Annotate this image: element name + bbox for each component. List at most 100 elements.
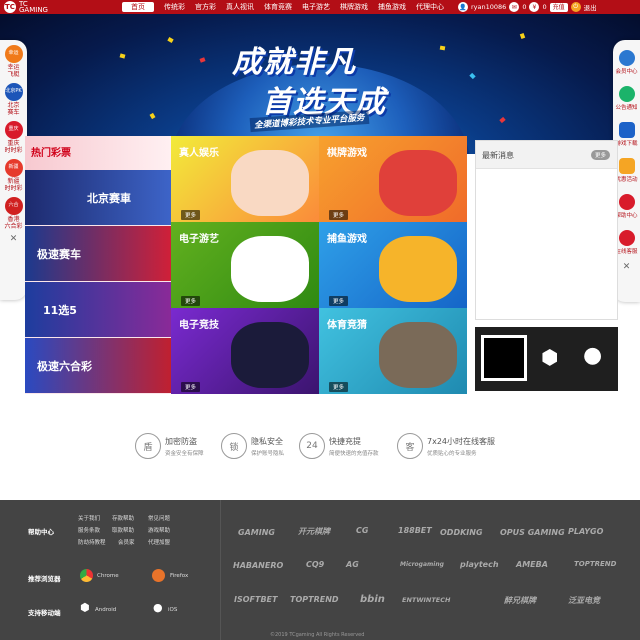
- nav-agent-center[interactable]: 代理中心: [411, 0, 449, 14]
- wallet-icon[interactable]: ¥: [529, 2, 540, 12]
- footer-browser-label: 推荐浏览器: [28, 575, 61, 583]
- sidebar-item-member-center[interactable]: 会员中心: [613, 44, 640, 80]
- top-nav-bar: TC TC GAMING 首页 传统彩 官方彩 真人视讯 体育竞赛 电子游艺 棋…: [0, 0, 640, 14]
- qr-code: [481, 335, 527, 381]
- username[interactable]: ryan10086: [471, 3, 506, 11]
- feature-subtitle: 优质贴心的专业服务: [427, 450, 477, 457]
- footer-link[interactable]: 游戏帮助: [148, 526, 170, 534]
- news-more-button[interactable]: 更多: [590, 150, 610, 160]
- firefox-link[interactable]: Firefox: [170, 573, 188, 579]
- nav-live-casino[interactable]: 真人视讯: [221, 0, 259, 14]
- nav-slots[interactable]: 电子游艺: [297, 0, 335, 14]
- sidebar-item-xinjiang[interactable]: 新疆 新疆 时时彩: [0, 156, 27, 194]
- banner-headline-1: 成就非凡: [232, 45, 356, 80]
- footer-link[interactable]: 防劫持教程: [78, 538, 106, 546]
- partner-logo: 醉兄棋牌: [504, 596, 536, 605]
- apple-icon[interactable]: ●: [153, 601, 163, 614]
- help-icon: [618, 193, 635, 210]
- partner-logo: Microgaming: [400, 561, 444, 568]
- android-link[interactable]: Android: [95, 607, 116, 613]
- lottery-item-speed-mark-six[interactable]: 极速六合彩: [25, 338, 171, 393]
- sidebar-item-label: 新疆 时时彩: [4, 177, 23, 192]
- android-icon[interactable]: ⬢: [541, 345, 558, 369]
- partner-logo: CQ9: [306, 560, 325, 569]
- tile-title: 电子竞技: [179, 320, 219, 331]
- feature-subtitle: 保护账号隐私: [251, 450, 285, 457]
- sidebar-item-label: 北京 赛车: [7, 101, 20, 116]
- tile-card-games[interactable]: 棋牌游戏 更多: [319, 136, 467, 222]
- support-icon: [618, 229, 635, 246]
- more-button[interactable]: 更多: [181, 210, 201, 220]
- footer-link[interactable]: 代理加盟: [148, 538, 170, 546]
- footer-link[interactable]: 取款帮助: [112, 526, 134, 534]
- tile-slots[interactable]: 电子游艺 更多: [171, 222, 319, 308]
- nav-traditional-lottery[interactable]: 传统彩: [159, 0, 190, 14]
- lottery-item-beijing-racing[interactable]: 北京赛車: [25, 170, 171, 225]
- tile-esports[interactable]: 电子竞技 更多: [171, 308, 319, 394]
- lottery-item-11x5[interactable]: 11选5: [25, 282, 171, 337]
- hot-lottery-panel: 热门彩票 北京赛車 极速赛车 11选5 极速六合彩: [25, 136, 171, 394]
- ios-link[interactable]: iOS: [168, 607, 177, 613]
- sidebar-item-lucky-airship[interactable]: 幸运 幸运 飞艇: [0, 42, 27, 80]
- tile-fishing[interactable]: 捕鱼游戏 更多: [319, 222, 467, 308]
- nav-official-lottery[interactable]: 官方彩: [190, 0, 221, 14]
- partner-logo: playtech: [460, 560, 499, 569]
- footer-link[interactable]: 常见问题: [148, 514, 170, 522]
- logo[interactable]: TC TC GAMING: [4, 0, 48, 14]
- lottery-item-speed-racing[interactable]: 极速赛车: [25, 226, 171, 281]
- footer-link[interactable]: 存款帮助: [112, 514, 134, 522]
- confetti-piece: [167, 37, 174, 43]
- nav-card-games[interactable]: 棋牌游戏: [335, 0, 373, 14]
- tile-title: 真人娱乐: [179, 148, 219, 159]
- more-button[interactable]: 更多: [181, 296, 201, 306]
- member-icon: [618, 49, 635, 66]
- close-icon[interactable]: ✕: [0, 232, 27, 246]
- chrome-icon[interactable]: [80, 569, 93, 582]
- partner-logo: 开元棋牌: [298, 527, 330, 536]
- more-button[interactable]: 更多: [181, 382, 201, 392]
- tile-live-casino[interactable]: 真人娱乐 更多: [171, 136, 319, 222]
- android-icon[interactable]: ⬢: [80, 601, 90, 614]
- feature-title: 隐私安全: [251, 436, 283, 446]
- partner-logo: GAMING: [238, 528, 275, 537]
- nav-home[interactable]: 首页: [122, 2, 154, 12]
- power-icon[interactable]: ⏻: [570, 2, 581, 12]
- partner-logo: HABANERO: [233, 561, 284, 570]
- mark-six-icon: 六合: [4, 196, 23, 215]
- footer-link[interactable]: 服务条款: [78, 526, 100, 534]
- user-icon[interactable]: 👤: [458, 2, 468, 12]
- feature-fast-deposit: 24 快捷充提 简便快速的充值存款: [299, 428, 379, 464]
- sidebar-item-announcements[interactable]: 公告通知: [613, 80, 640, 116]
- confetti-piece: [519, 32, 526, 40]
- firefox-icon[interactable]: [152, 569, 165, 582]
- partner-logo: OPUS GAMING: [500, 528, 565, 537]
- confetti-piece: [469, 72, 476, 80]
- partner-logo: TOPTREND: [574, 560, 617, 568]
- message-icon[interactable]: ✉: [509, 2, 520, 12]
- more-button[interactable]: 更多: [329, 382, 349, 392]
- logout-link[interactable]: 退出: [584, 2, 597, 12]
- sidebar-item-beijing-racing[interactable]: 北京PK 北京 赛车: [0, 80, 27, 118]
- chongqing-icon: 重庆: [4, 120, 23, 139]
- footer-link[interactable]: 会员家: [118, 538, 135, 546]
- chrome-link[interactable]: Chrome: [97, 573, 119, 579]
- lottery-item-label: 北京赛車: [87, 191, 131, 205]
- more-button[interactable]: 更多: [329, 296, 349, 306]
- sidebar-item-hk-mark-six[interactable]: 六合 香港 六合彩: [0, 194, 27, 232]
- nav-sports[interactable]: 体育竞赛: [259, 0, 297, 14]
- sidebar-item-chongqing[interactable]: 重庆 重庆 时时彩: [0, 118, 27, 156]
- footer-link[interactable]: 关于我们: [78, 514, 100, 522]
- partner-logo: bbin: [360, 594, 385, 605]
- sidebar-item-label: 帮助中心: [615, 212, 638, 219]
- announcement-icon: [618, 85, 635, 102]
- nav-fishing[interactable]: 捕鱼游戏: [373, 0, 411, 14]
- apple-icon[interactable]: ●: [583, 343, 602, 368]
- deposit-button[interactable]: 充值: [549, 2, 568, 12]
- confetti-piece: [119, 53, 126, 59]
- tile-sports[interactable]: 体育竞猜 更多: [319, 308, 467, 394]
- hero-banner[interactable]: 成就非凡 首选天成 全渠道博彩技术专业平台服务: [0, 14, 640, 154]
- headset-icon: 客: [397, 433, 423, 459]
- more-button[interactable]: 更多: [329, 210, 349, 220]
- sidebar-item-label: 会员中心: [615, 68, 638, 75]
- sidebar-item-label: 幸运 飞艇: [7, 63, 20, 78]
